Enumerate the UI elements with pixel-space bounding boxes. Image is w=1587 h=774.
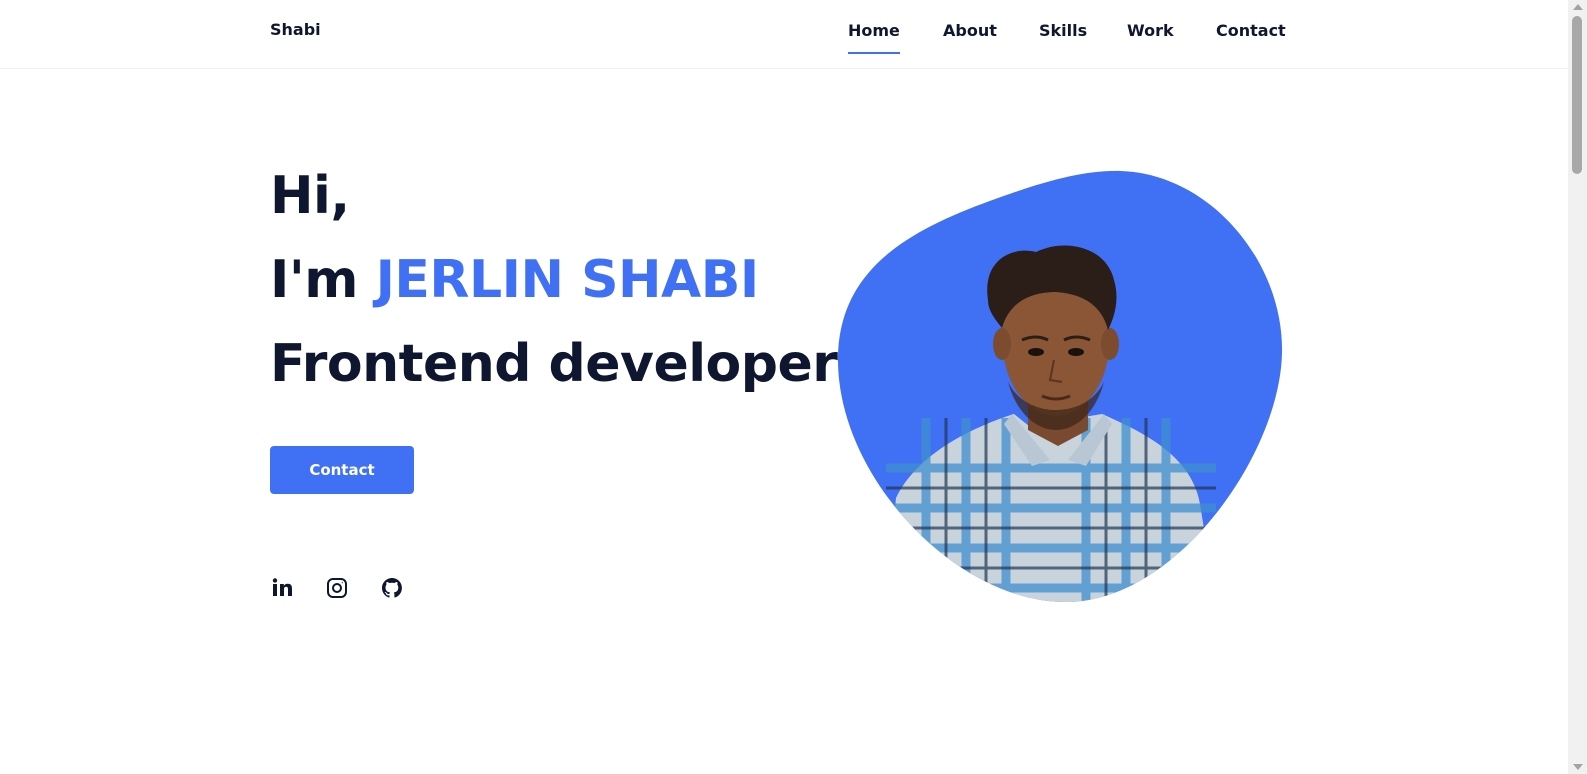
nav-home[interactable]: Home <box>848 21 900 54</box>
nav-work[interactable]: Work <box>1127 21 1174 40</box>
github-icon[interactable] <box>380 576 404 600</box>
main-nav: Home About Skills Work Contact <box>0 21 1568 61</box>
scroll-thumb[interactable] <box>1572 16 1582 174</box>
hero-greeting: Hi, <box>270 166 350 226</box>
hero-name: JERLIN SHABI <box>375 250 760 310</box>
nav-skills[interactable]: Skills <box>1039 21 1087 40</box>
hero-image <box>838 170 1283 603</box>
nav-about[interactable]: About <box>943 21 997 40</box>
scroll-down-icon[interactable] <box>1573 764 1583 770</box>
hero-role: Frontend developer <box>270 334 838 394</box>
scrollbar[interactable] <box>1568 0 1587 774</box>
hero-intro: I'm JERLIN SHABI <box>270 254 759 306</box>
scroll-up-icon[interactable] <box>1573 4 1583 10</box>
intro-prefix: I'm <box>270 250 358 310</box>
instagram-icon[interactable] <box>325 576 349 600</box>
linkedin-icon[interactable] <box>270 576 294 600</box>
nav-contact[interactable]: Contact <box>1216 21 1286 40</box>
header: Shabi Home About Skills Work Contact <box>0 0 1568 69</box>
contact-button[interactable]: Contact <box>270 446 414 494</box>
